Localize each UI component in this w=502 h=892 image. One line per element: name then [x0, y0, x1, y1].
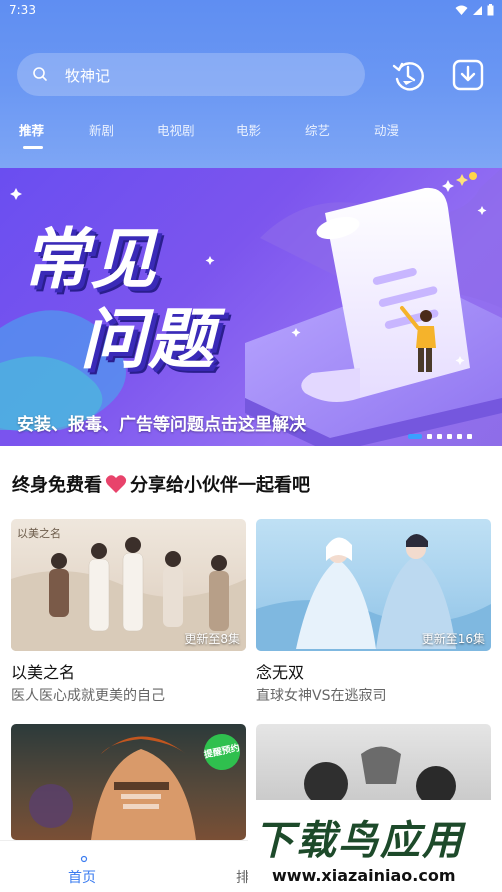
- poster-image: 更新至16集: [256, 519, 491, 651]
- video-card[interactable]: 提醒预约: [11, 724, 246, 840]
- carousel-dot: [447, 434, 452, 439]
- download-icon[interactable]: [450, 57, 486, 93]
- poster-image: 提醒预约: [11, 724, 246, 840]
- carousel-dot: [427, 434, 432, 439]
- search-bar[interactable]: 牧神记: [17, 53, 365, 96]
- carousel-indicator: [408, 434, 472, 439]
- status-bar: 7:33: [0, 0, 502, 22]
- card-title: 念无双: [256, 663, 305, 682]
- episode-badge: 更新至16集: [421, 632, 485, 646]
- tab-new-drama[interactable]: 新剧: [89, 120, 114, 139]
- card-subtitle: 直球女神VS在逃寂司: [256, 688, 387, 704]
- heart-icon: [105, 475, 127, 493]
- video-card[interactable]: 以美之名 更新至8集 以美之名 医人医心成就更美的自己: [11, 519, 246, 709]
- section-heading-left: 终身免费看: [12, 475, 102, 496]
- watermark-url: www.xiazainiao.com: [272, 866, 456, 885]
- section-heading-right: 分享给小伙伴一起看吧: [130, 475, 310, 496]
- carousel-dot: [457, 434, 462, 439]
- history-icon[interactable]: [390, 57, 426, 93]
- poster-image: 以美之名 更新至8集: [11, 519, 246, 651]
- status-icons: [455, 4, 494, 16]
- card-subtitle: 医人医心成就更美的自己: [11, 688, 165, 704]
- carousel-dot-active: [408, 434, 422, 439]
- banner-caption: 安装、报毒、广告等问题点击这里解决: [17, 415, 306, 435]
- search-input[interactable]: 牧神记: [65, 65, 110, 86]
- tab-tv-series[interactable]: 电视剧: [157, 120, 195, 139]
- watermark: 下载鸟应用 www.xiazainiao.com: [248, 800, 502, 892]
- carousel-dot: [467, 434, 472, 439]
- home-icon[interactable]: [80, 855, 88, 863]
- banner-carousel[interactable]: 常见 问题 安装、报毒、广告等问题点击这里解决: [0, 168, 502, 446]
- signal-icon: [473, 5, 482, 15]
- status-time: 7:33: [9, 3, 36, 17]
- watermark-brand: 下载鸟应用: [254, 818, 464, 864]
- header: 7:33 牧神记 推荐 新剧 电视剧 电影 综艺 动漫: [0, 0, 502, 168]
- nav-home[interactable]: 首页: [68, 867, 96, 887]
- video-card[interactable]: 更新至16集 念无双 直球女神VS在逃寂司: [256, 519, 491, 709]
- section-heading: 终身免费看 分享给小伙伴一起看吧: [12, 471, 310, 497]
- tab-anime[interactable]: 动漫: [374, 120, 399, 139]
- search-icon: [33, 67, 47, 81]
- tab-indicator: [23, 146, 43, 149]
- tab-variety[interactable]: 综艺: [305, 120, 330, 139]
- battery-icon: [487, 4, 494, 16]
- card-title: 以美之名: [11, 663, 76, 682]
- wifi-icon: [455, 5, 468, 15]
- tab-recommend[interactable]: 推荐: [19, 120, 44, 139]
- poster-title-text: 以美之名: [17, 526, 61, 540]
- carousel-dot: [437, 434, 442, 439]
- tab-movies[interactable]: 电影: [236, 120, 261, 139]
- category-tabs: 推荐 新剧 电视剧 电影 综艺 动漫: [0, 118, 502, 152]
- banner-title-line2: 问题: [80, 301, 216, 378]
- episode-badge: 更新至8集: [184, 632, 240, 646]
